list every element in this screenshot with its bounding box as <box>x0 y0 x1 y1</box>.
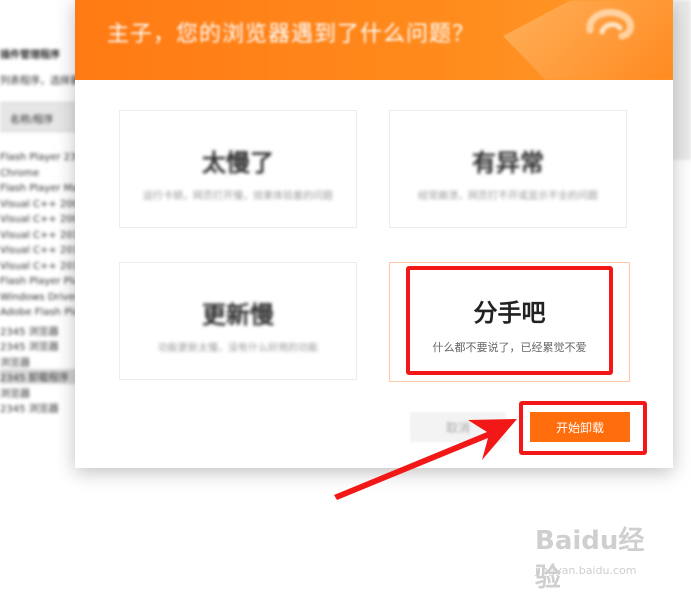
highlight-box-button <box>519 401 647 455</box>
cancel-button[interactable]: 取消 <box>410 412 506 442</box>
dialog-banner: 主子，您的浏览器遇到了什么问题？ <box>75 0 673 80</box>
baidu-watermark: Baidu经验 jingyan.baidu.com <box>535 520 665 593</box>
background-list-item: 2345 浏览器 <box>0 404 59 415</box>
background-list-item: Visual C++ 2012 <box>0 260 86 272</box>
watermark-url: jingyan.baidu.com <box>535 564 637 577</box>
highlight-box-option <box>406 266 613 375</box>
background-list-item: Flash Player Manager <box>0 183 108 194</box>
background-list-item: 浏览器 <box>0 388 30 400</box>
option-card-slow[interactable]: 太慢了 运行卡顿，网页打开慢，效果体验差的问题 <box>119 110 357 228</box>
background-list-item: Windows Driver <box>0 291 79 303</box>
background-list-item: Flash Player 23 <box>0 152 77 163</box>
background-list-item: Visual C++ 2008 <box>0 214 86 225</box>
option-title: 更新慢 <box>202 301 274 329</box>
background-column-header-label: 名称/程序 <box>10 115 54 126</box>
watermark-brand: Baidu经验 <box>535 526 645 593</box>
background-list-item: Visual C++ 2010 <box>0 229 86 241</box>
dialog-title: 主子，您的浏览器遇到了什么问题？ <box>107 22 476 47</box>
option-desc: 经常崩溃，网页打不开或显示不全的问题 <box>418 191 598 202</box>
option-title: 太慢了 <box>202 149 274 177</box>
uninstall-dialog: 主子，您的浏览器遇到了什么问题？ 太慢了 运行卡顿，网页打开慢，效果体验差的问题… <box>75 0 673 468</box>
background-list-item: Adobe Flash Player <box>0 307 96 318</box>
option-title: 有异常 <box>472 149 544 177</box>
background-list-item: Visual C++ 2010 <box>0 245 86 256</box>
option-card-abnormal[interactable]: 有异常 经常崩溃，网页打不开或显示不全的问题 <box>389 110 627 228</box>
background-list-item: Visual C++ 2008 <box>0 198 86 210</box>
background-list-item: 2345 浏览器 <box>0 342 59 353</box>
banner-ring-icon <box>586 9 634 40</box>
background-column-header: 名称/程序 <box>0 102 80 132</box>
background-list-item: 浏览器 <box>0 357 30 369</box>
background-sidebar: 插件管理程序 列表程序，选择要卸载的程序 名称/程序 Flash Player … <box>0 0 130 470</box>
option-desc: 运行卡顿，网页打开慢，效果体验差的问题 <box>143 191 333 202</box>
background-list-item: 2345 浏览器 <box>0 326 59 338</box>
background-title: 插件管理程序 <box>0 50 60 61</box>
background-list-item: 2345 卸载程序 <box>0 369 80 384</box>
background-list-item: Flash Player Plugin <box>0 276 95 287</box>
option-card-slow-update[interactable]: 更新慢 功能更新太慢，没有什么好用的功能 <box>119 262 357 380</box>
option-desc: 功能更新太慢，没有什么好用的功能 <box>158 343 318 354</box>
background-right-edge <box>672 0 691 160</box>
background-list-item: Chrome <box>0 167 40 179</box>
